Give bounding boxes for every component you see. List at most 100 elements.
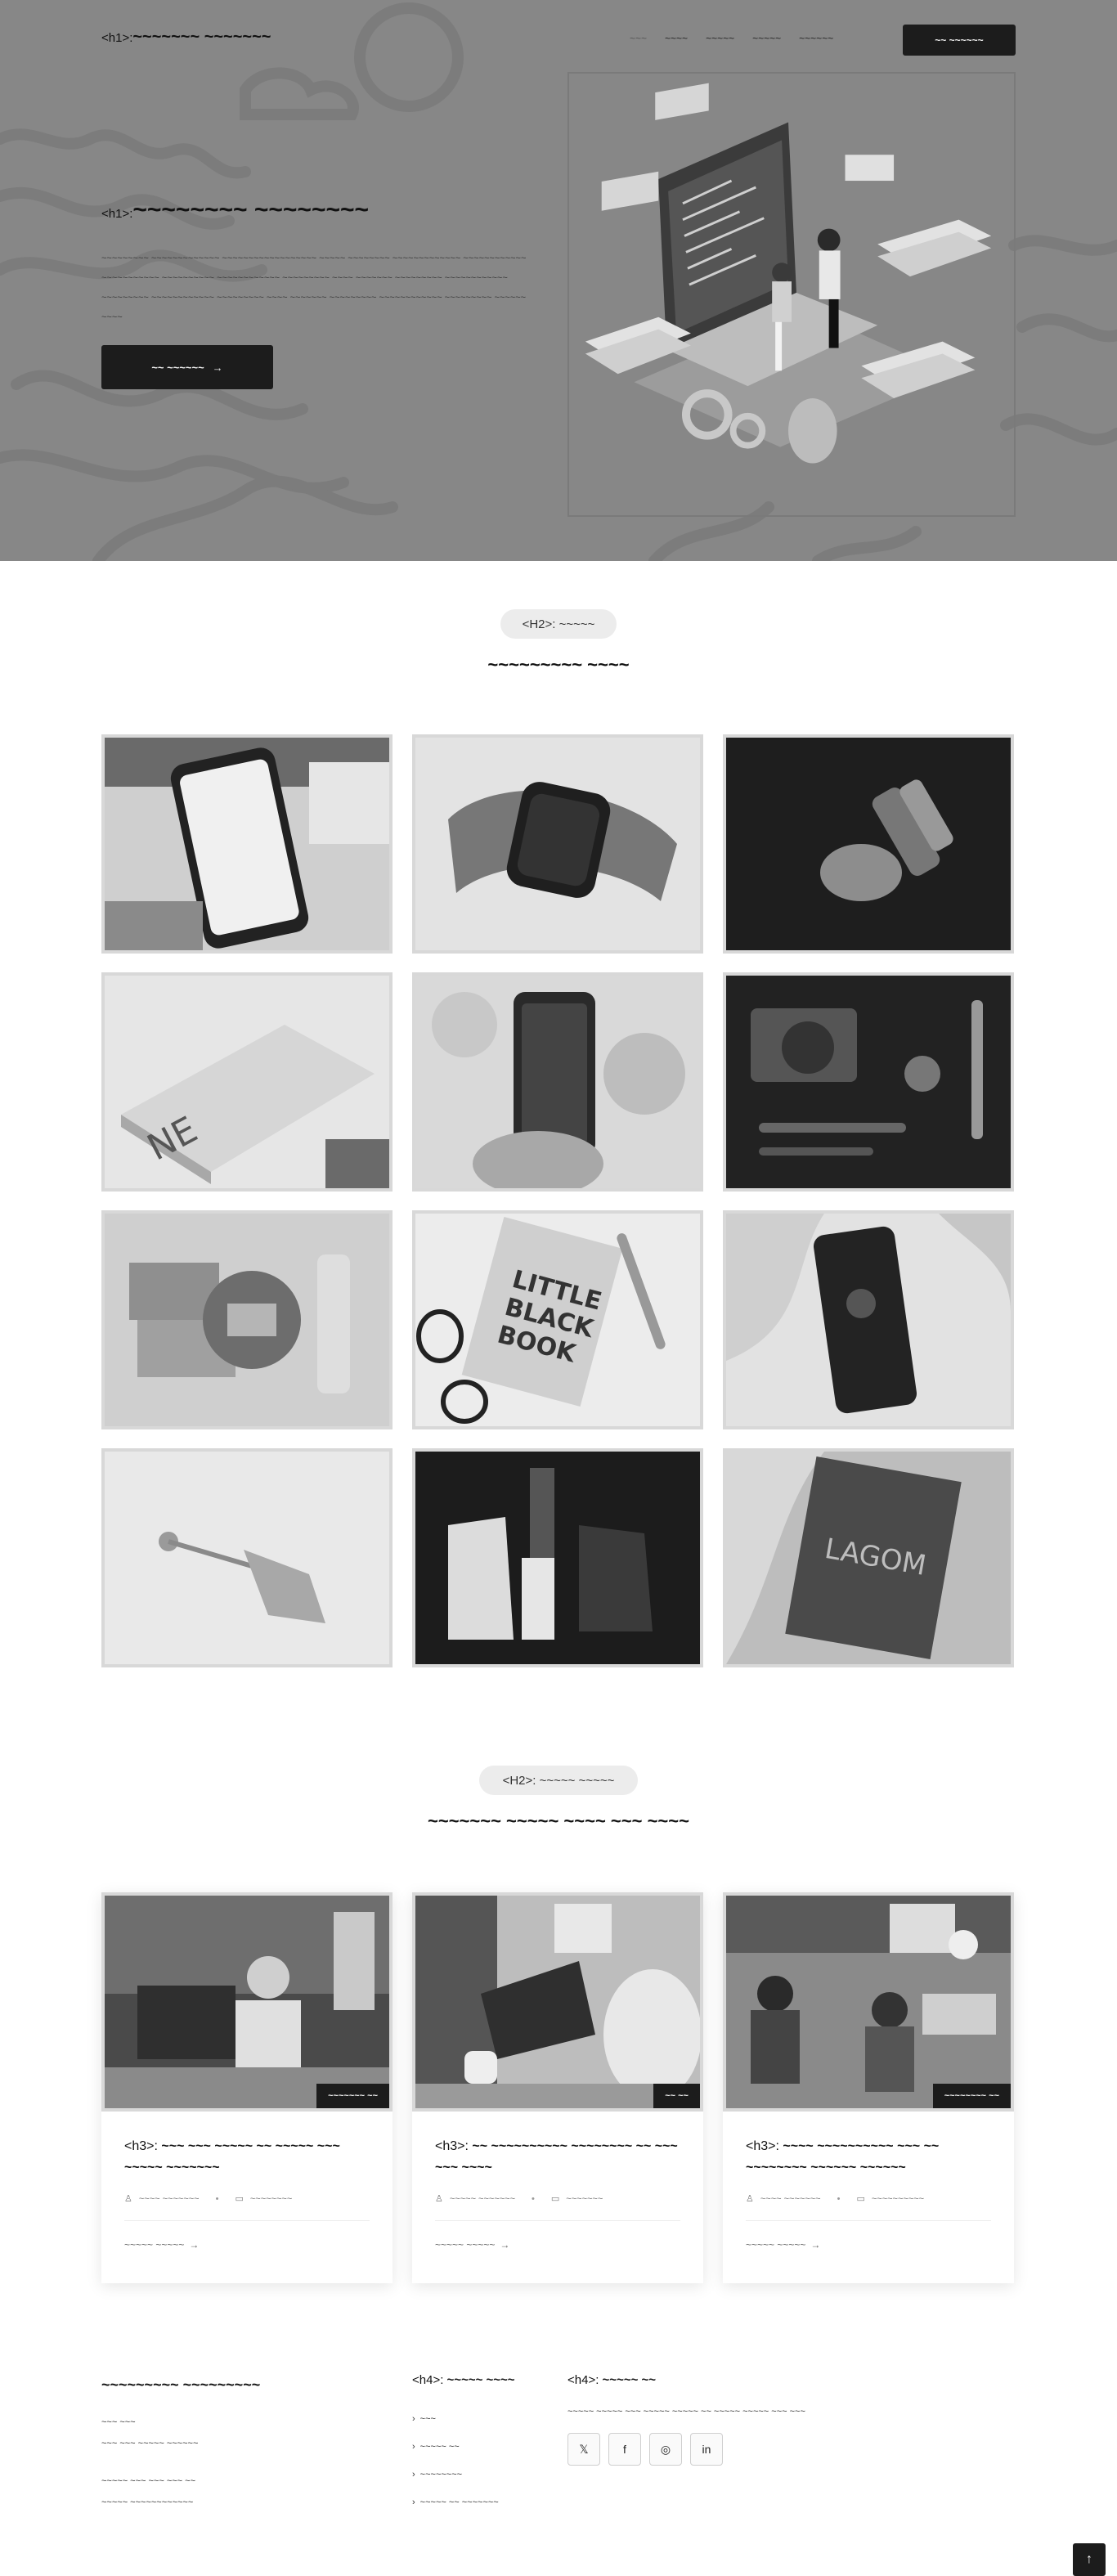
portfolio-item-book[interactable]: NE	[101, 972, 393, 1192]
portfolio-item-camera-flatlay[interactable]	[723, 972, 1014, 1192]
post-author[interactable]: ~~~~ ~~~~~~~	[139, 2194, 200, 2204]
footer: ~~~~~~~~~ ~~~~~~~~~ ~~~ ~~~ ~~~ ~~~ ~~~~…	[0, 2355, 1117, 2576]
portfolio-image	[415, 738, 700, 950]
portfolio-item-coffee-bags[interactable]	[412, 1448, 703, 1667]
footer-address: ~~~ ~~~ ~~~ ~~~ ~~~~~ ~~~~~~	[101, 2412, 363, 2454]
post-category[interactable]: ~~~~~~~~~~	[872, 2194, 924, 2204]
footer-follow-tag: <h4>:	[567, 2373, 599, 2387]
post-image[interactable]: ~~~~~~~ ~~	[101, 1892, 393, 2112]
read-more-link[interactable]: ~~~~~ ~~~~~ →	[435, 2239, 680, 2251]
user-icon: ♙	[435, 2194, 443, 2204]
hero-illustration	[567, 22, 1016, 517]
post-date-badge: ~~~~~~~~ ~~	[932, 2084, 1011, 2108]
portfolio-item-smartwatch[interactable]	[412, 734, 703, 954]
hero-section: <h1>:~~~~~~~ ~~~~~~~ ~~~ ~~~~ ~~~~~ ~~~~…	[0, 0, 1117, 561]
nav-link-4[interactable]: ~~~~~	[752, 33, 781, 44]
post-author[interactable]: ~~~~ ~~~~~~~	[760, 2194, 821, 2204]
laptop-illustration	[585, 22, 992, 464]
hero-cta-button[interactable]: ~~ ~~~~~~ →	[101, 345, 273, 389]
nav-cta-button[interactable]: ~~ ~~~~~~	[903, 25, 1016, 56]
footer-links-list: › ~~~ › ~~~~~ ~~ › ~~~~~~~~ › ~~~~~ ~~ ~~~~~…	[412, 2405, 559, 2516]
meta-separator: •	[215, 2193, 219, 2204]
x-icon[interactable]: 𝕏	[567, 2433, 600, 2466]
post-author[interactable]: ~~~~~ ~~~~~~~	[450, 2194, 515, 2204]
blog-post-3[interactable]: ~~~~~~~~ ~~ <h3>: ~~~~ ~~~~~~~~~~ ~~~ ~~…	[723, 1892, 1014, 2283]
portfolio-title: ~~~~~~~~~ ~~~~	[487, 654, 630, 675]
portfolio-item-phone-hand[interactable]	[412, 972, 703, 1192]
post-title-tag: <h3>:	[124, 2139, 158, 2153]
instagram-icon[interactable]: ◎	[649, 2433, 682, 2466]
hero-text: <h1>:~~~~~~~~ ~~~~~~~~ ~~~~~~~~~ ~~~~~~~…	[101, 196, 543, 327]
footer-follow-text: ~~~~~ ~~~~~ ~~~ ~~~~~ ~~~~~ ~~ ~~~~~ ~~~…	[567, 2407, 805, 2417]
portfolio-image: LITTLE BLACK BOOK	[415, 1214, 700, 1426]
read-more-link[interactable]: ~~~~~ ~~~~~ →	[746, 2239, 991, 2251]
post-category[interactable]: ~~~~~~~~	[250, 2194, 292, 2204]
portfolio-item-phone-app[interactable]	[101, 734, 393, 954]
blog-post-1[interactable]: ~~~~~~~ ~~ <h3>: ~~~ ~~~ ~~~~~ ~~ ~~~~~ …	[101, 1892, 393, 2283]
read-more-link[interactable]: ~~~~~ ~~~~~ →	[124, 2239, 370, 2251]
nav-link-3[interactable]: ~~~~~	[706, 33, 734, 44]
portfolio-image	[105, 738, 389, 950]
arrow-right-icon: →	[810, 2239, 821, 2251]
folder-icon: ▭	[856, 2194, 865, 2204]
footer-about: ~~~~~~~~~ ~~~~~~~~~ ~~~ ~~~ ~~~ ~~~ ~~~~…	[101, 2376, 363, 2513]
read-more-label: ~~~~~ ~~~~~	[124, 2239, 185, 2251]
post-photo	[105, 1896, 389, 2108]
post-image[interactable]: ~~ ~~	[412, 1892, 703, 2112]
post-meta: ♙ ~~~~ ~~~~~~~ • ▭ ~~~~~~~~	[124, 2193, 370, 2221]
post-title-tag: <h3>:	[435, 2139, 469, 2153]
folder-icon: ▭	[235, 2194, 244, 2204]
portfolio-item-lagom-book[interactable]: LAGOM	[723, 1448, 1014, 1667]
read-more-label: ~~~~~ ~~~~~	[435, 2239, 496, 2251]
arrow-right-icon: →	[189, 2239, 200, 2251]
footer-follow-heading: <h4>: ~~~~~ ~~	[567, 2373, 895, 2387]
portfolio-item-phone-bed[interactable]	[723, 1210, 1014, 1429]
social-links: 𝕏 f ◎ in	[567, 2433, 895, 2466]
post-image[interactable]: ~~~~~~~~ ~~	[723, 1892, 1014, 2112]
address-line-1: ~~~ ~~~	[101, 2417, 136, 2427]
user-icon: ♙	[124, 2194, 132, 2204]
portfolio-image	[726, 738, 1011, 950]
footer-link-4[interactable]: › ~~~~~ ~~ ~~~~~~~	[412, 2488, 559, 2516]
site-logo[interactable]: <h1>:~~~~~~~ ~~~~~~~	[101, 28, 271, 47]
post-title[interactable]: <h3>: ~~ ~~~~~~~~~~ ~~~~~~~~ ~~ ~~~ ~~~ …	[435, 2136, 680, 2179]
footer-brand[interactable]: ~~~~~~~~~ ~~~~~~~~~	[101, 2376, 363, 2394]
back-to-top-button[interactable]: ↑	[1073, 2543, 1106, 2576]
chevron-right-icon: ›	[412, 2442, 415, 2452]
portfolio-pill-tag: <H2>:	[522, 617, 556, 631]
portfolio-item-little-black-book[interactable]: LITTLE BLACK BOOK	[412, 1210, 703, 1429]
portfolio-item-skincare[interactable]	[101, 1210, 393, 1429]
footer-contact: ~~~~~ ~~~ ~~~ ~~~ ~~ ~~~~~ ~~~~~~~~~~~~	[101, 2471, 363, 2513]
linkedin-icon[interactable]: in	[690, 2433, 723, 2466]
post-title[interactable]: <h3>: ~~~ ~~~ ~~~~~ ~~ ~~~~~ ~~~ ~~~~~ ~…	[124, 2136, 370, 2179]
post-body: <h3>: ~~ ~~~~~~~~~~ ~~~~~~~~ ~~ ~~~ ~~~ …	[412, 2112, 703, 2251]
portfolio-item-cosmetics[interactable]	[723, 734, 1014, 954]
portfolio-image	[105, 1452, 389, 1664]
portfolio-item-wall-lamp[interactable]	[101, 1448, 393, 1667]
blog-post-2[interactable]: ~~ ~~ <h3>: ~~ ~~~~~~~~~~ ~~~~~~~~ ~~ ~~…	[412, 1892, 703, 2283]
post-title-text: ~~ ~~~~~~~~~~ ~~~~~~~~ ~~ ~~~ ~~~ ~~~~	[435, 2139, 678, 2174]
footer-link-label: ~~~	[419, 2414, 436, 2424]
address-line-2: ~~~ ~~~ ~~~~~ ~~~~~~	[101, 2439, 199, 2448]
post-title[interactable]: <h3>: ~~~~ ~~~~~~~~~~ ~~~ ~~ ~~~~~~~~ ~~…	[746, 2136, 991, 2179]
brand-tag: <h1>:	[101, 31, 133, 45]
post-body: <h3>: ~~~ ~~~ ~~~~~ ~~ ~~~~~ ~~~ ~~~~~ ~…	[101, 2112, 393, 2251]
nav-link-2[interactable]: ~~~~	[665, 33, 688, 44]
hero-cta-label: ~~ ~~~~~~	[151, 361, 204, 374]
footer-link-3[interactable]: › ~~~~~~~~	[412, 2461, 559, 2488]
facebook-icon[interactable]: f	[608, 2433, 641, 2466]
post-category[interactable]: ~~~~~~~	[566, 2194, 603, 2204]
portfolio-image	[415, 1452, 700, 1664]
nav-link-5[interactable]: ~~~~~~	[799, 33, 833, 44]
footer-useful-links: <h4>: ~~~~~ ~~~~ › ~~~ › ~~~~~ ~~ › ~~~~~~~…	[412, 2373, 559, 2516]
footer-link-label: ~~~~~ ~~ ~~~~~~~	[419, 2497, 499, 2507]
portfolio-image	[726, 976, 1011, 1188]
meta-separator: •	[837, 2193, 841, 2204]
contact-line-1: ~~~~~ ~~~ ~~~ ~~~ ~~	[101, 2476, 196, 2486]
contact-line-2: ~~~~~ ~~~~~~~~~~~~	[101, 2497, 194, 2507]
footer-link-label: ~~~~~ ~~	[419, 2442, 460, 2452]
footer-link-2[interactable]: › ~~~~~ ~~	[412, 2433, 559, 2461]
brand-name: ~~~~~~~ ~~~~~~~	[132, 28, 271, 46]
footer-link-1[interactable]: › ~~~	[412, 2405, 559, 2433]
nav-link-1[interactable]: ~~~	[630, 33, 647, 44]
